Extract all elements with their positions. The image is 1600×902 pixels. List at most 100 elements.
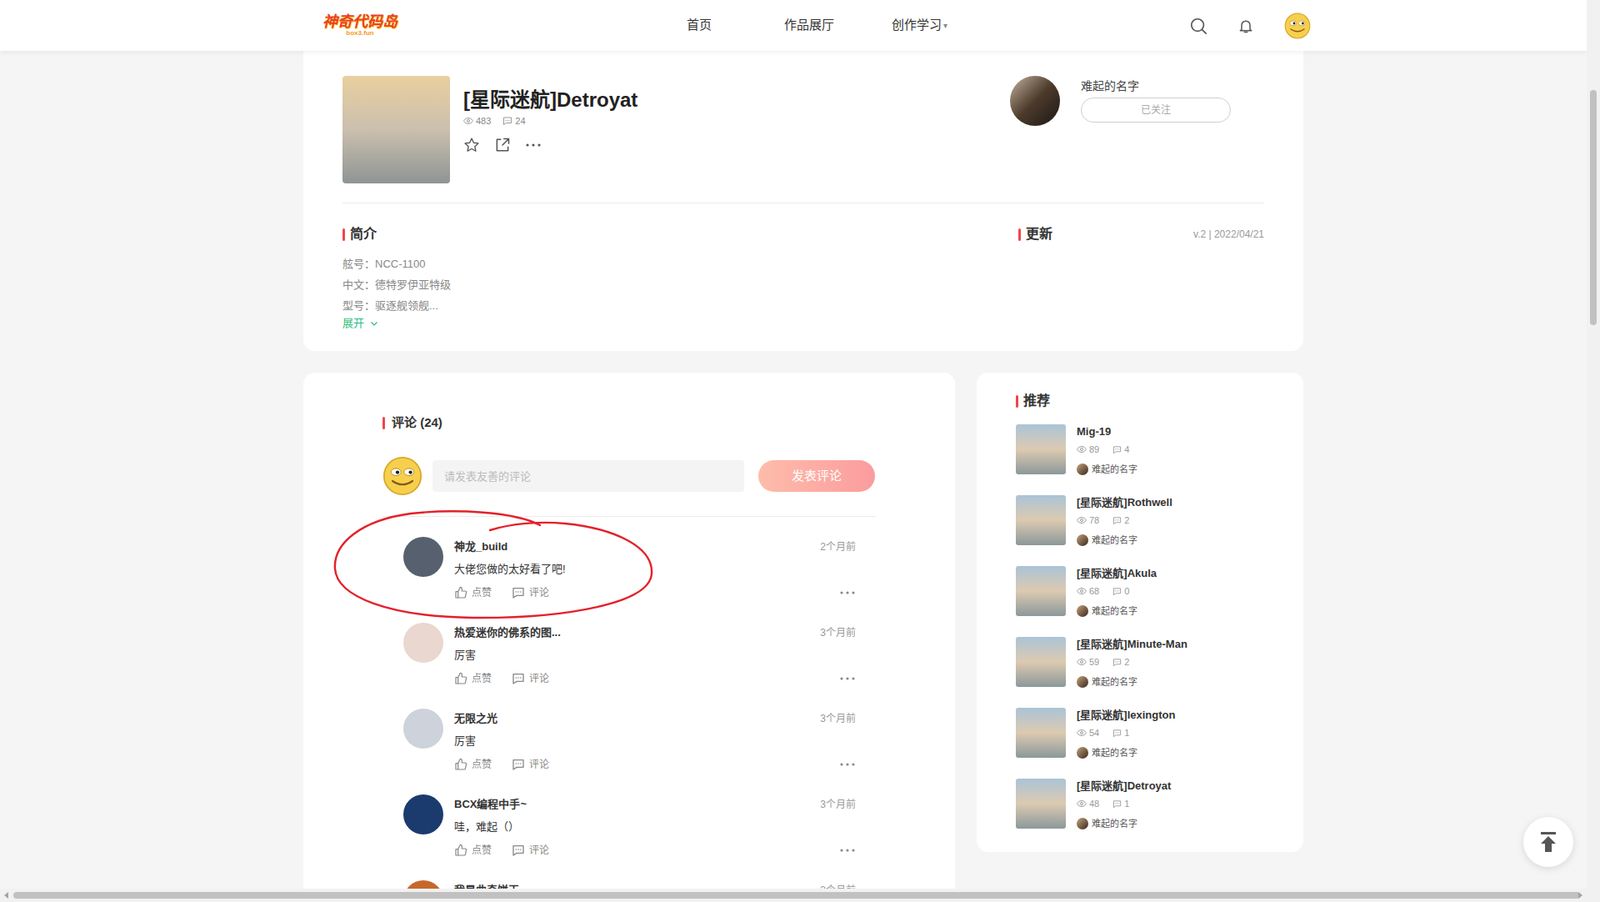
scrollbar-thumb[interactable] — [1590, 90, 1597, 325]
comment-icon — [511, 585, 525, 600]
recommend-title[interactable]: [星际迷航]Minute-Man — [1076, 636, 1188, 652]
intro-line: 舷号：NCC-1100 — [342, 253, 1019, 275]
recommend-title[interactable]: [星际迷航]Rothwell — [1076, 495, 1173, 510]
heading-bar — [382, 416, 385, 430]
like-button[interactable]: 点赞 — [454, 757, 492, 771]
user-avatar-icon[interactable] — [1284, 12, 1311, 40]
work-info-card: [星际迷航]Detroyat48324难起的名字已关注简介舷号：NCC-1100… — [303, 50, 1304, 351]
eye-icon — [1076, 585, 1087, 596]
recommend-title[interactable]: [星际迷航]Detroyat — [1076, 778, 1171, 794]
page-container: [星际迷航]Detroyat48324难起的名字已关注简介舷号：NCC-1100… — [303, 50, 1304, 889]
commenter-avatar[interactable] — [403, 708, 444, 749]
commenter-name[interactable]: 我是曲奇饼干 — [454, 882, 520, 889]
commenter-name[interactable]: 神龙_build — [454, 539, 508, 555]
more-icon[interactable] — [839, 675, 856, 681]
like-icon — [454, 843, 468, 857]
comment-count: 24 — [515, 115, 525, 127]
recommend-item[interactable]: [星际迷航]Rothwell782难起的名字 — [1015, 495, 1284, 546]
author-mini-avatar — [1076, 746, 1089, 759]
scroll-left-icon[interactable] — [3, 891, 10, 899]
my-avatar-icon[interactable] — [382, 455, 423, 496]
recommend-item[interactable]: [星际迷航]Akula680难起的名字 — [1015, 565, 1284, 617]
author-name[interactable]: 难起的名字 — [1080, 78, 1231, 94]
comment-text: 厉害 — [454, 733, 856, 749]
expand-toggle[interactable]: 展开 — [342, 315, 1019, 331]
recommend-cover[interactable] — [1015, 636, 1066, 687]
bell-icon[interactable] — [1237, 17, 1255, 35]
author-mini-avatar — [1076, 817, 1089, 830]
nav-item[interactable]: 作品展厅 — [754, 15, 865, 35]
like-button[interactable]: 点赞 — [454, 843, 492, 857]
commenter-avatar[interactable] — [403, 880, 444, 889]
comment-icon — [1112, 799, 1122, 809]
comment-item: 我是曲奇饼干3个月前 — [382, 860, 876, 889]
comment-icon — [502, 115, 513, 126]
comments-card: 评论 (24)发表评论神龙_build2个月前大佬您做的太好看了吧!点赞评论热爱… — [303, 372, 955, 889]
recommend-cover[interactable] — [1015, 565, 1066, 616]
dropdown-caret[interactable]: ▾ — [943, 19, 948, 32]
search-icon[interactable] — [1189, 16, 1208, 35]
star-icon[interactable] — [463, 136, 480, 154]
recommend-item[interactable]: [星际迷航]Minute-Man592难起的名字 — [1015, 636, 1284, 688]
commenter-name[interactable]: BCX编程中手~ — [454, 796, 527, 812]
recommend-item[interactable]: Mig-19894难起的名字 — [1015, 424, 1284, 475]
more-icon[interactable] — [839, 590, 856, 595]
reply-button[interactable]: 评论 — [511, 757, 550, 771]
comment-time: 2个月前 — [820, 539, 856, 555]
recommend-cover[interactable] — [1015, 707, 1066, 758]
scrollbar-thumb[interactable] — [13, 891, 1580, 899]
nav-item[interactable]: 首页 — [644, 15, 755, 35]
commenter-avatar[interactable] — [403, 622, 444, 663]
recommend-cover[interactable] — [1015, 424, 1066, 475]
comment-item: 热爱迷你的佛系的图...3个月前厉害点赞评论 — [382, 602, 876, 689]
more-icon[interactable] — [525, 142, 542, 148]
author-mini-avatar — [1076, 463, 1089, 475]
more-icon[interactable] — [839, 761, 856, 767]
version-info: v.2 | 2022/04/21 — [1193, 225, 1265, 243]
chevron-down-icon — [369, 318, 380, 329]
scroll-right-icon[interactable] — [1576, 891, 1584, 899]
eye-icon — [1076, 656, 1087, 667]
recommend-title[interactable]: [星际迷航]lexington — [1076, 707, 1175, 723]
author-mini-avatar — [1076, 605, 1089, 617]
reply-button[interactable]: 评论 — [511, 671, 550, 685]
author-avatar[interactable] — [1010, 75, 1060, 126]
recommend-title[interactable]: [星际迷航]Akula — [1076, 565, 1157, 581]
heading-bar — [1015, 395, 1019, 408]
comment-item: BCX编程中手~3个月前哇，难起（）点赞评论 — [382, 774, 876, 860]
recommend-title[interactable]: Mig-19 — [1076, 424, 1138, 440]
follow-button[interactable]: 已关注 — [1080, 97, 1231, 123]
commenter-name[interactable]: 无限之光 — [454, 710, 498, 726]
commenter-avatar[interactable] — [403, 794, 444, 835]
recommend-item[interactable]: [星际迷航]Detroyat481难起的名字 — [1015, 778, 1284, 830]
reply-button[interactable]: 评论 — [511, 585, 550, 600]
eye-icon — [1076, 444, 1087, 455]
comment-icon — [1112, 657, 1122, 667]
recommend-item[interactable]: [星际迷航]lexington541难起的名字 — [1015, 707, 1284, 759]
divider — [382, 515, 876, 517]
logo[interactable]: 神奇代码岛box3.fun — [321, 11, 399, 40]
eye-icon — [463, 115, 474, 126]
horizontal-scrollbar[interactable] — [0, 888, 1600, 902]
heading-bar — [1018, 228, 1021, 241]
like-button[interactable]: 点赞 — [454, 585, 492, 600]
share-icon[interactable] — [494, 136, 511, 154]
nav-item[interactable]: 创作学习▾ — [864, 15, 975, 35]
comment-input[interactable] — [432, 460, 745, 492]
like-button[interactable]: 点赞 — [454, 671, 492, 685]
comment-time: 3个月前 — [820, 796, 856, 812]
comment-icon — [1112, 586, 1122, 596]
vertical-scrollbar[interactable] — [1586, 0, 1600, 889]
comment-icon — [1112, 515, 1122, 525]
comment-time: 3个月前 — [820, 625, 856, 640]
top-header: 神奇代码岛box3.fun 首页作品展厅创作学习▾ — [0, 0, 1587, 51]
commenter-avatar[interactable] — [403, 536, 444, 577]
reply-button[interactable]: 评论 — [511, 843, 550, 857]
recommend-cover[interactable] — [1015, 778, 1066, 829]
more-icon[interactable] — [839, 847, 856, 853]
recommend-cover[interactable] — [1015, 495, 1066, 545]
back-to-top-button[interactable] — [1523, 816, 1574, 867]
submit-comment-button[interactable]: 发表评论 — [758, 460, 875, 492]
commenter-name[interactable]: 热爱迷你的佛系的图... — [454, 625, 561, 640]
author-mini-avatar — [1076, 534, 1089, 546]
